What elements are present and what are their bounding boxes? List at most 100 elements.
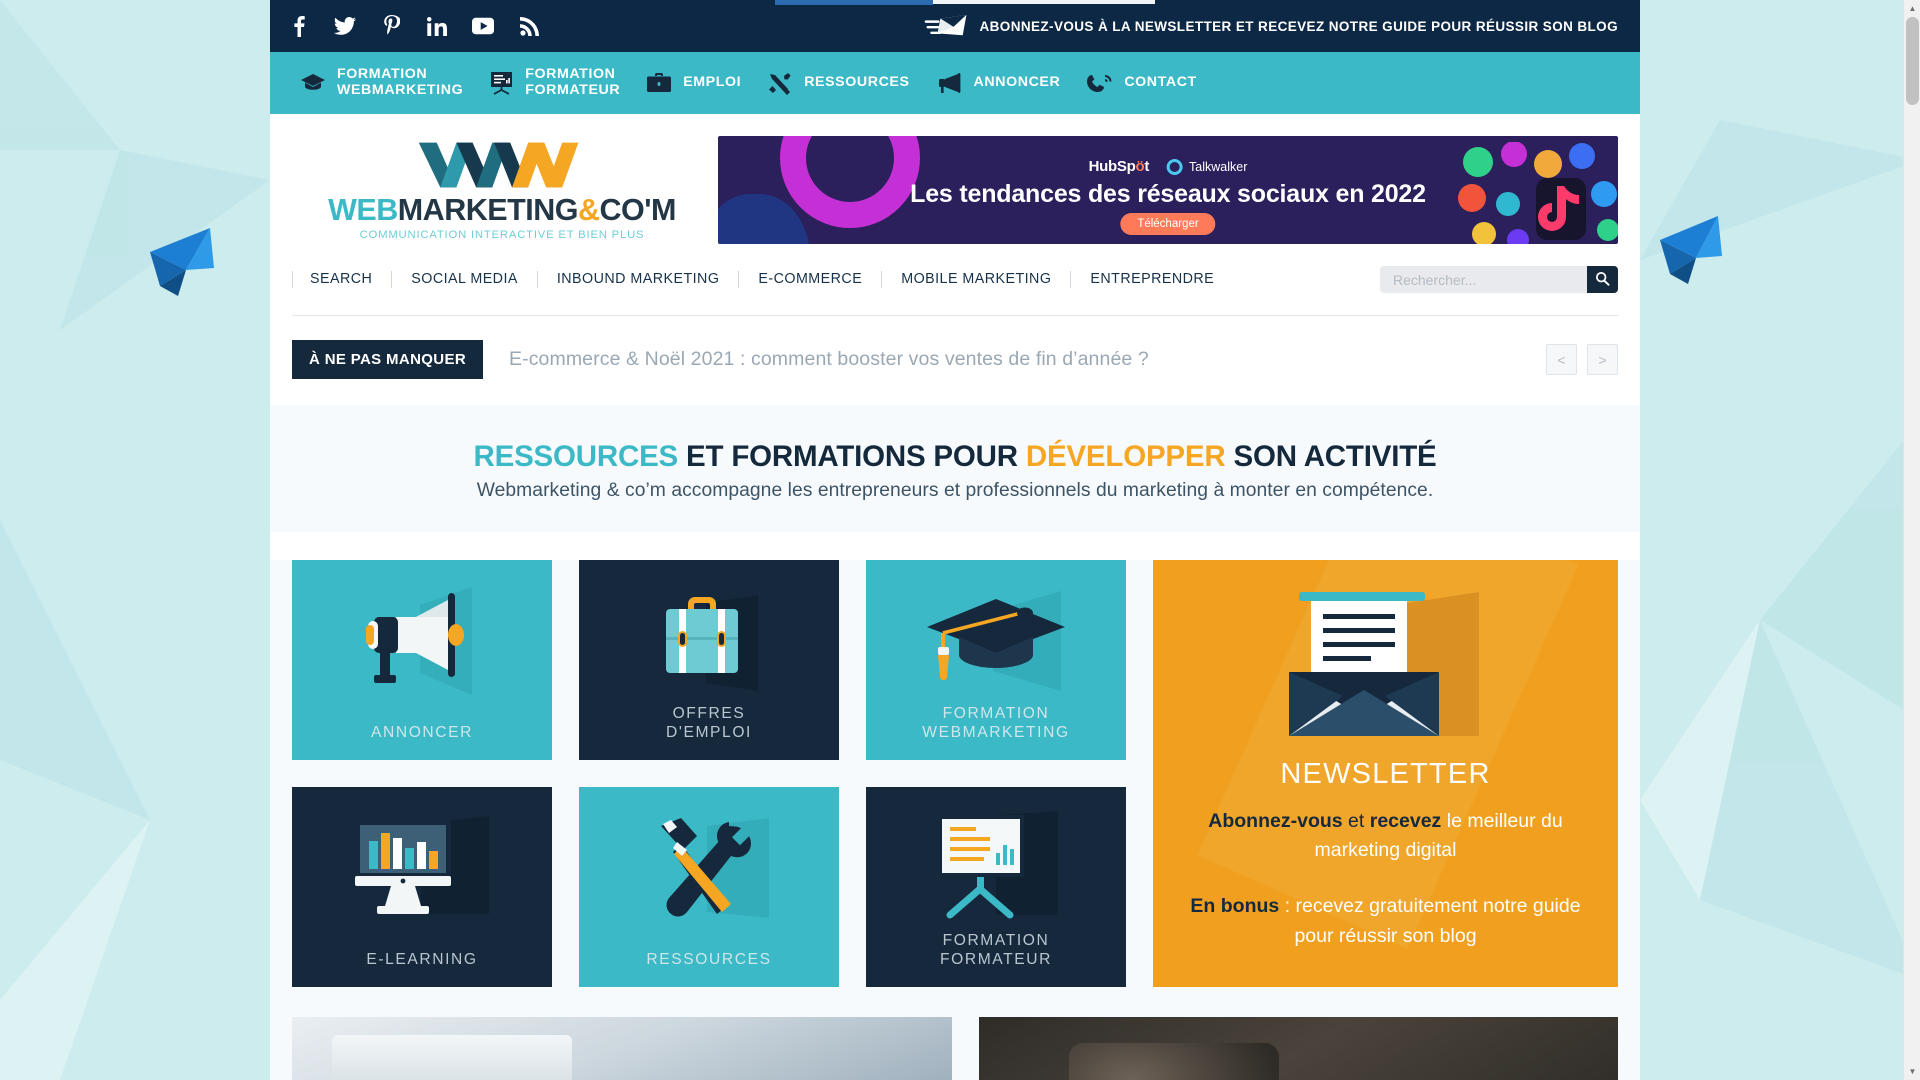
envelope-letter-icon	[1288, 591, 1479, 736]
nav-label: RESSOURCES	[804, 74, 910, 91]
scrollbar-up-arrow[interactable]: ▲	[1904, 0, 1920, 17]
nl-l2-bold: En bonus	[1190, 895, 1280, 918]
nav-item-annoncer[interactable]: ANNONCER	[928, 72, 1079, 94]
hero-section: RESSOURCES ET FORMATIONS POUR DÉVELOPPER…	[270, 405, 1640, 532]
browser-scrollbar[interactable]: ▲ ▼	[1903, 0, 1920, 1080]
talkwalker-label: Talkwalker	[1189, 159, 1248, 174]
logo-tagline: COMMUNICATION INTERACTIVE ET BIEN PLUS	[359, 229, 645, 242]
newsletter-cta[interactable]: ABONNEZ-VOUS À LA NEWSLETTER ET RECEVEZ …	[924, 13, 1619, 39]
primary-nav: FORMATION WEBMARKETING FORMATION FORMATE…	[270, 52, 1640, 114]
newsletter-panel-line2: En bonus : recevez gratuitement notre gu…	[1176, 892, 1596, 951]
services-grid-wrap: ANNONCER OFFRES D'EMPLOI FORMATION WEBMA…	[270, 559, 1640, 1017]
facebook-icon[interactable]	[288, 15, 310, 37]
logo-web: WEB	[328, 192, 398, 227]
phone-icon	[1086, 72, 1113, 94]
monitor-chart-icon	[355, 815, 489, 914]
cat-social-media[interactable]: SOCIAL MEDIA	[391, 271, 537, 288]
ticker-controls: < >	[1546, 344, 1618, 375]
hubspot-banner-ad[interactable]: HubSpöt Talkwalker Les tendances des rés…	[718, 136, 1618, 244]
megaphone-icon	[936, 72, 963, 94]
ticker-prev-button[interactable]: <	[1546, 344, 1577, 375]
twitter-icon[interactable]	[334, 15, 356, 37]
tile-art	[292, 560, 552, 722]
nav-label: CONTACT	[1124, 74, 1197, 91]
flipchart-icon	[938, 810, 1058, 919]
cat-entreprendre[interactable]: ENTREPRENDRE	[1070, 271, 1233, 288]
search-submit-button[interactable]	[1587, 266, 1618, 293]
nav-item-ressources[interactable]: RESSOURCES	[759, 71, 927, 95]
browser-progress-sliver	[775, 0, 933, 5]
ticker-headline[interactable]: E-commerce & Noël 2021 : comment booster…	[509, 348, 1149, 371]
ticker-next-button[interactable]: >	[1587, 344, 1618, 375]
nav-item-formation-formateur[interactable]: FORMATION FORMATEUR	[481, 66, 638, 99]
nav-label: ANNONCER	[973, 74, 1061, 91]
logo-marketing: MARKETING	[397, 192, 579, 227]
scrollbar-down-arrow[interactable]: ▼	[1904, 1063, 1920, 1080]
search-form	[1380, 266, 1618, 293]
logo-amp: &	[577, 192, 600, 227]
newsletter-cta-text: ABONNEZ-VOUS À LA NEWSLETTER ET RECEVEZ …	[979, 18, 1618, 34]
category-nav-row: SEARCH SOCIAL MEDIA INBOUND MARKETING E-…	[270, 262, 1640, 315]
wm-monogram-icon	[418, 142, 579, 188]
tile-label: OFFRES D'EMPLOI	[666, 705, 752, 741]
social-links	[284, 15, 540, 37]
highlight-ticker: À NE PAS MANQUER E-commerce & Noël 2021 …	[270, 316, 1640, 405]
envelope-flying-icon	[924, 14, 966, 36]
nav-item-contact[interactable]: CONTACT	[1078, 72, 1215, 94]
linkedin-icon[interactable]	[426, 15, 448, 37]
tile-art	[866, 560, 1126, 722]
newsletter-panel[interactable]: NEWSLETTER Abonnez-vous et recevez le me…	[1153, 559, 1618, 987]
pinterest-icon[interactable]	[380, 15, 402, 37]
banner-brand-logos: HubSpöt Talkwalker	[1089, 158, 1248, 175]
article-card-1[interactable]	[292, 1016, 952, 1080]
article-card-2[interactable]	[979, 1016, 1618, 1080]
hero-title-end: SON ACTIVITÉ	[1225, 440, 1437, 473]
hubspot-logo: HubSpöt	[1088, 158, 1150, 175]
tile-annoncer[interactable]: ANNONCER	[292, 559, 552, 760]
nl-l2-rest: : recevez gratuitement notre guide pour …	[1279, 895, 1581, 947]
cat-inbound-marketing[interactable]: INBOUND MARKETING	[536, 271, 739, 288]
briefcase-icon	[666, 594, 758, 691]
tile-formation-formateur[interactable]: FORMATION FORMATEUR	[866, 786, 1126, 987]
hero-subtitle: Webmarketing & co’m accompagne les entre…	[476, 479, 1434, 501]
megaphone-icon	[365, 586, 472, 695]
tile-label: RESSOURCES	[646, 950, 772, 968]
scrollbar-thumb[interactable]	[1906, 17, 1919, 105]
tile-e-learning[interactable]: E-LEARNING	[292, 786, 552, 987]
tile-formation-webmarketing[interactable]: FORMATION WEBMARKETING	[866, 559, 1126, 760]
banner-download-button[interactable]: Télécharger	[1120, 213, 1216, 235]
nav-item-emploi[interactable]: EMPLOI	[638, 72, 759, 94]
cat-search[interactable]: SEARCH	[292, 271, 391, 288]
category-nav: SEARCH SOCIAL MEDIA INBOUND MARKETING E-…	[292, 271, 1233, 288]
banner-title: Les tendances des réseaux sociaux en 202…	[910, 180, 1426, 208]
browser-tab-sliver	[933, 0, 1155, 4]
tile-art	[866, 787, 1126, 949]
whiteboard-icon	[489, 71, 514, 95]
tile-label: FORMATION WEBMARKETING	[922, 705, 1070, 741]
tile-label: E-LEARNING	[366, 950, 478, 968]
nl-l1-bold2: recevez	[1369, 809, 1442, 832]
talkwalker-logo: Talkwalker	[1167, 158, 1248, 175]
nl-l1-bold: Abonnez-vous	[1208, 809, 1343, 832]
tile-offres-emploi[interactable]: OFFRES D'EMPLOI	[579, 559, 839, 760]
tile-ressources[interactable]: RESSOURCES	[579, 786, 839, 987]
briefcase-icon	[646, 72, 672, 94]
site-logo[interactable]: WEBMARKETING&CO'M COMMUNICATION INTERACT…	[292, 139, 692, 242]
cat-mobile-marketing[interactable]: MOBILE MARKETING	[881, 271, 1070, 288]
rss-icon[interactable]	[518, 15, 540, 37]
cat-e-commerce[interactable]: E-COMMERCE	[738, 271, 881, 288]
logo-com: CO'M	[599, 192, 676, 227]
hero-title-mid: ET FORMATIONS POUR	[678, 440, 1026, 473]
nl-l1-mid: et	[1342, 809, 1370, 832]
logo-wordmark: WEBMARKETING&CO'M	[312, 195, 692, 226]
nav-item-formation-webmarketing[interactable]: FORMATION WEBMARKETING	[292, 66, 481, 99]
articles-preview-strip	[270, 1016, 1640, 1080]
brand-row: WEBMARKETING&CO'M COMMUNICATION INTERACT…	[270, 114, 1640, 262]
nav-label: FORMATION FORMATEUR	[525, 66, 621, 98]
youtube-icon[interactable]	[472, 15, 494, 37]
search-input[interactable]	[1380, 266, 1587, 293]
tile-label: ANNONCER	[370, 723, 474, 741]
newsletter-panel-line1: Abonnez-vous et recevez le meilleur du m…	[1191, 807, 1581, 866]
tile-art	[292, 787, 552, 949]
tile-art	[579, 560, 839, 722]
